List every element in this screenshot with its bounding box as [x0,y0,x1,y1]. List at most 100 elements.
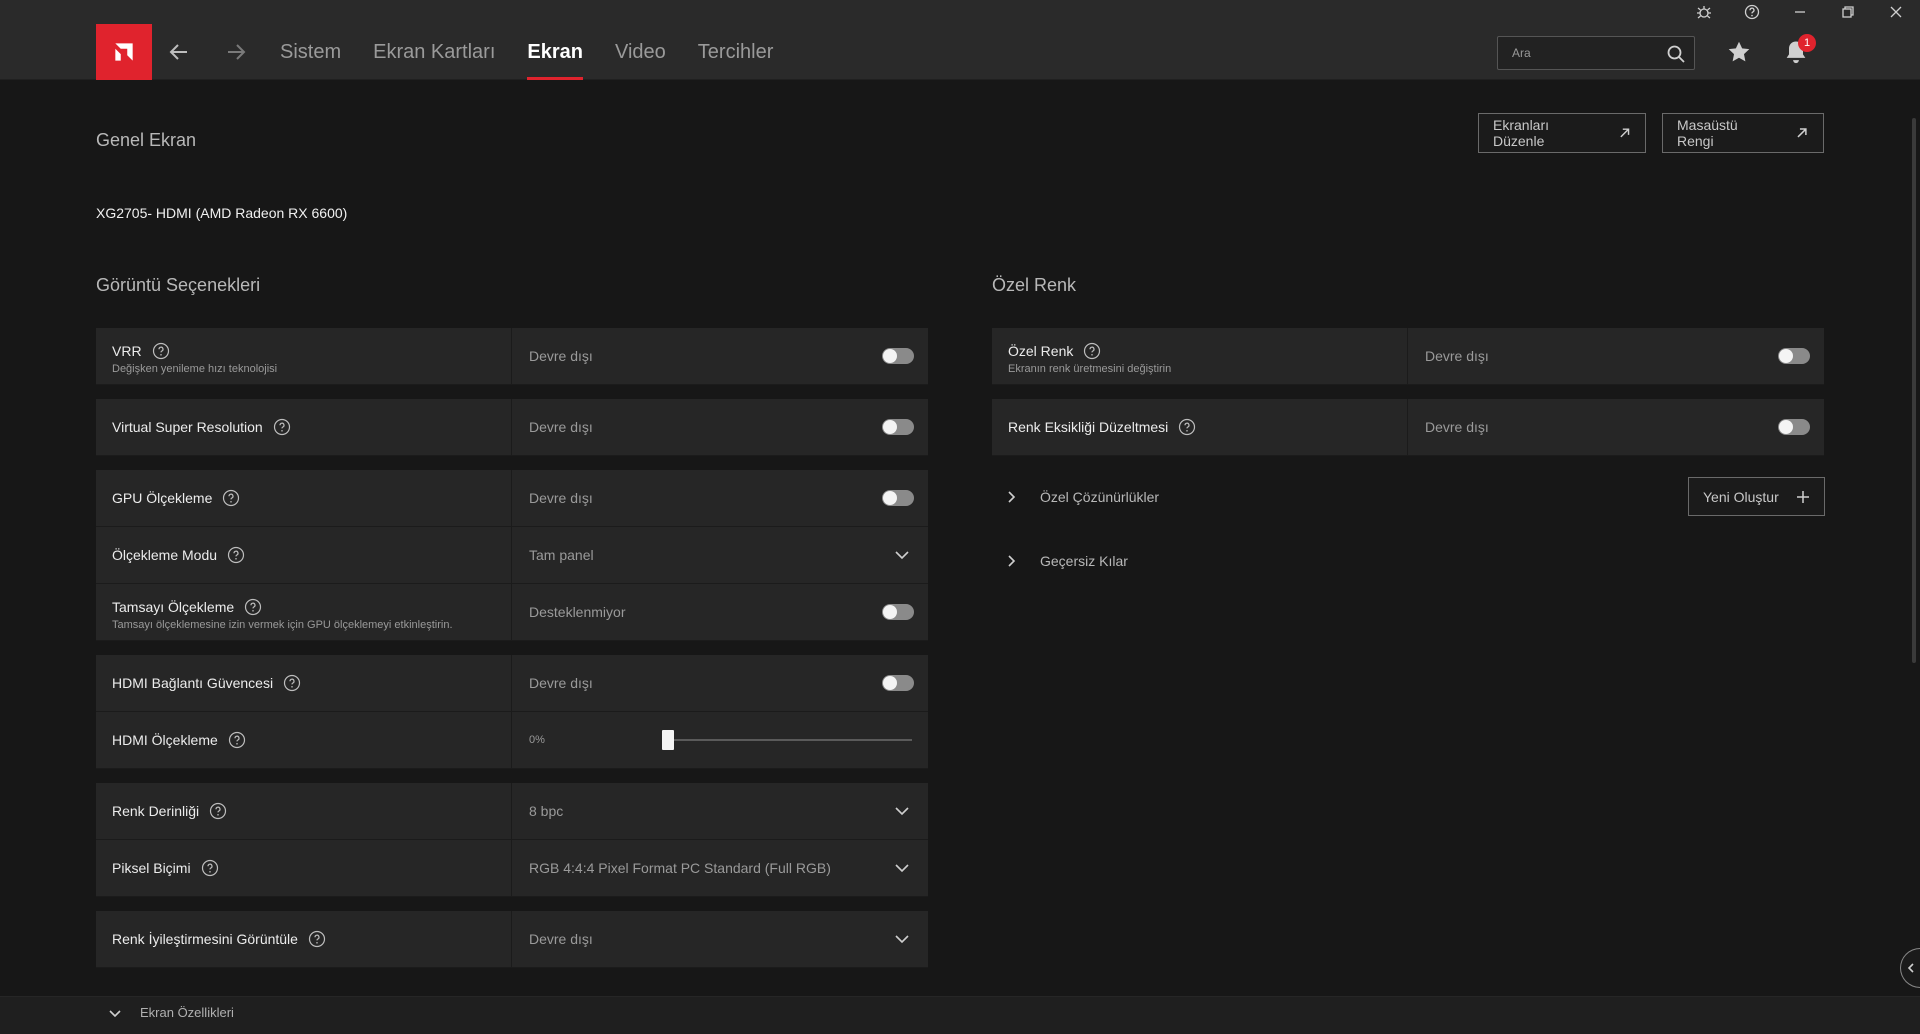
custom-color-value: Devre dışı [1425,348,1489,364]
chevron-right-icon [1008,555,1016,567]
gpu-scaling-label: GPU Ölçekleme [112,490,213,506]
pixel-format-label: Piksel Biçimi [112,860,191,876]
create-new-label: Yeni Oluştur [1703,488,1779,505]
chevron-right-icon [1008,491,1016,503]
minimize-icon[interactable] [1776,0,1824,24]
custom-resolutions-label: Özel Çözünürlükler [1040,489,1160,505]
tab-preferences[interactable]: Tercihler [698,24,774,80]
desktop-color-button[interactable]: Masaüstü Rengi [1662,113,1824,153]
bug-report-icon[interactable] [1680,0,1728,24]
side-panel-handle[interactable] [1900,948,1920,988]
color-enhancement-label: Renk İyileştirmesini Görüntüle [112,931,298,947]
integer-scaling-row: Tamsayı Ölçekleme Tamsayı ölçeklemesine … [96,584,928,641]
display-options-title: Görüntü Seçenekleri [96,275,261,295]
color-enhancement-row[interactable]: Renk İyileştirmesini Görüntüle Devre dış… [96,911,928,968]
display-specs-label: Ekran Özellikleri [140,1005,234,1020]
edit-displays-label: Ekranları Düzenle [1493,117,1550,149]
hdmi-link-assurance-value: Devre dışı [529,675,593,691]
hdmi-link-assurance-toggle[interactable] [882,675,914,691]
hdmi-scaling-slider-track[interactable] [662,730,912,750]
plus-icon [1797,490,1809,503]
notification-badge: 1 [1798,34,1816,52]
help-icon[interactable] [1083,342,1101,360]
help-icon[interactable] [308,930,326,948]
help-icon[interactable] [273,418,291,436]
custom-color-description: Ekranın renk üretmesini değiştirin [1008,363,1172,375]
hdmi-link-assurance-row: HDMI Bağlantı Güvencesi Devre dışı [96,655,928,712]
tab-video[interactable]: Video [615,24,666,80]
hdmi-scaling-row: HDMI Ölçekleme 0% [96,712,928,769]
vsr-row: Virtual Super Resolution Devre dışı [96,399,928,456]
vrr-description: Değişken yenileme hızı teknolojisi [112,363,278,375]
search-icon[interactable] [1666,44,1686,64]
chevron-down-icon[interactable] [894,931,910,947]
external-link-icon [1619,128,1629,138]
tab-graphics-cards[interactable]: Ekran Kartları [373,24,495,80]
integer-scaling-toggle[interactable] [882,604,914,620]
help-icon[interactable] [244,598,262,616]
hdmi-scaling-label: HDMI Ölçekleme [112,732,218,748]
close-icon[interactable] [1872,0,1920,24]
bottom-bar: Ekran Özellikleri [0,996,1920,1034]
help-icon[interactable] [227,546,245,564]
help-icon[interactable] [209,802,227,820]
overrides-label: Geçersiz Kılar [1040,553,1128,569]
help-icon[interactable] [228,731,246,749]
hdmi-scaling-value: 0% [529,734,545,746]
edit-displays-button[interactable]: Ekranları Düzenle [1478,113,1646,153]
help-icon[interactable] [283,674,301,692]
custom-color-toggle[interactable] [1778,348,1810,364]
display-specs-expander[interactable]: Ekran Özellikleri [108,1005,234,1020]
chevron-down-icon [109,1009,121,1017]
custom-resolutions-expander[interactable]: Özel Çözünürlükler [1004,485,1159,509]
vsr-label: Virtual Super Resolution [112,419,263,435]
create-new-button[interactable]: Yeni Oluştur [1688,477,1825,516]
help-icon[interactable] [201,859,219,877]
tab-system[interactable]: Sistem [280,24,341,80]
help-icon[interactable] [1728,0,1776,24]
custom-color-title: Özel Renk [992,275,1077,295]
help-icon[interactable] [152,342,170,360]
vrr-toggle[interactable] [882,348,914,364]
restore-icon[interactable] [1824,0,1872,24]
external-link-icon [1797,128,1807,138]
amd-logo-icon[interactable] [96,24,152,80]
integer-scaling-value: Desteklenmiyor [529,604,626,620]
vsr-toggle[interactable] [882,419,914,435]
gpu-scaling-row: GPU Ölçekleme Devre dışı [96,470,928,527]
scaling-mode-value: Tam panel [529,547,594,563]
custom-color-row: Özel Renk Ekranın renk üretmesini değişt… [992,328,1824,385]
chevron-down-icon[interactable] [894,860,910,876]
tab-display[interactable]: Ekran [527,24,583,80]
display-options-panel: VRR Değişken yenileme hızı teknolojisi D… [96,328,928,968]
back-arrow-icon[interactable] [165,38,193,66]
scaling-mode-row[interactable]: Ölçekleme Modu Tam panel [96,527,928,584]
pixel-format-row[interactable]: Piksel Biçimi RGB 4:4:4 Pixel Format PC … [96,840,928,897]
window-controls [1680,0,1920,24]
hdmi-scaling-slider-thumb[interactable] [662,730,674,750]
chevron-down-icon[interactable] [894,803,910,819]
chevron-left-icon [1907,963,1914,973]
forward-arrow-icon[interactable] [222,38,250,66]
help-icon[interactable] [1178,418,1196,436]
gpu-scaling-toggle[interactable] [882,490,914,506]
color-depth-label: Renk Derinliği [112,803,200,819]
vertical-scrollbar[interactable] [1912,118,1916,663]
color-deficiency-value: Devre dışı [1425,419,1489,435]
pixel-format-value: RGB 4:4:4 Pixel Format PC Standard (Full… [529,860,831,876]
color-depth-row[interactable]: Renk Derinliği 8 bpc [96,783,928,840]
vrr-label: VRR [112,343,142,359]
gpu-scaling-value: Devre dışı [529,490,593,506]
desktop-color-label: Masaüstü Rengi [1677,117,1738,149]
overrides-expander[interactable]: Geçersiz Kılar [1004,549,1128,573]
integer-scaling-description: Tamsayı ölçeklemesine izin vermek için G… [112,619,453,631]
chevron-down-icon[interactable] [894,547,910,563]
help-icon[interactable] [222,489,240,507]
page-title: Genel Ekran [96,130,197,150]
display-name: XG2705- HDMI (AMD Radeon RX 6600) [96,205,348,221]
favorites-star-icon[interactable] [1726,39,1752,65]
color-deficiency-label: Renk Eksikliği Düzeltmesi [1008,419,1169,435]
navigation-bar: Sistem Ekran Kartları Ekran Video Tercih… [0,24,1920,80]
color-deficiency-toggle[interactable] [1778,419,1810,435]
search-input[interactable] [1498,37,1658,69]
